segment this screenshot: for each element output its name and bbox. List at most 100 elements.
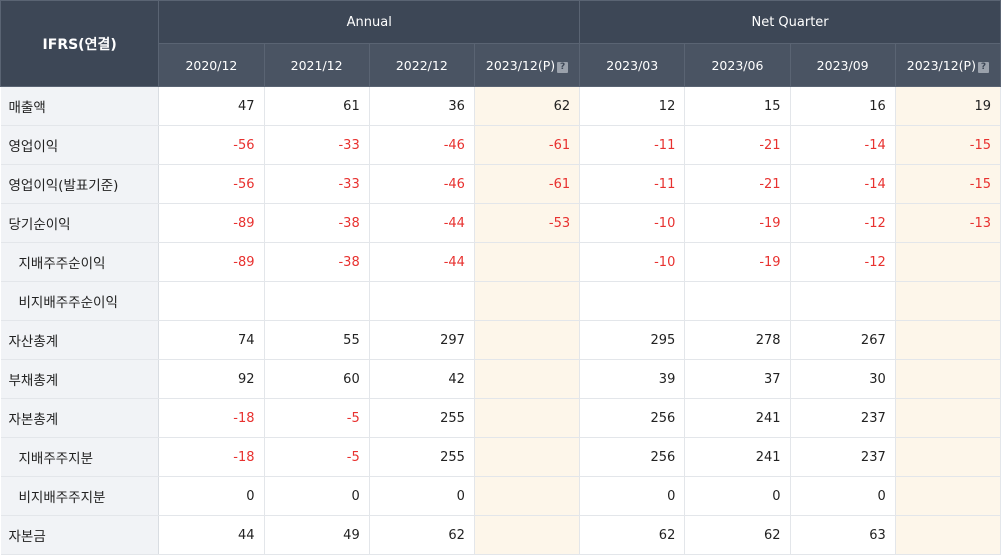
table-cell: -10 — [579, 203, 686, 243]
table-cell: -89 — [158, 242, 265, 282]
table-cell: 61 — [264, 86, 370, 126]
table-cell: 55 — [264, 320, 370, 360]
table-cell: 0 — [264, 476, 370, 516]
row-label: 지배주주지분 — [0, 437, 160, 477]
table-cell: 47 — [158, 86, 265, 126]
table-row: 당기순이익 -89 -38 -44 -53 -10 -19 -12 -13 — [0, 203, 1001, 243]
period-label: 2022/12 — [395, 57, 448, 73]
table-cell: -11 — [579, 164, 686, 204]
period-label: 2023/12(P) — [485, 57, 556, 73]
table-cell — [895, 476, 1001, 516]
table-cell: 241 — [684, 398, 791, 438]
table-cell: -89 — [158, 203, 265, 243]
table-cell: -12 — [790, 242, 896, 282]
table-row: 자본총계 -18 -5 255 256 241 237 — [0, 398, 1001, 438]
table-cell: 62 — [579, 515, 686, 555]
table-cell — [895, 359, 1001, 399]
table-cell: 30 — [790, 359, 896, 399]
table-cell: -5 — [264, 398, 370, 438]
period-header: 2022/12 — [368, 43, 475, 87]
table-cell — [684, 281, 791, 321]
table-cell: 237 — [790, 437, 896, 477]
row-label: 지배주주순이익 — [0, 242, 160, 282]
table-cell: -15 — [895, 125, 1001, 165]
table-cell — [474, 398, 581, 438]
table-cell: 0 — [790, 476, 896, 516]
table-cell — [579, 281, 686, 321]
period-header: 2020/12 — [158, 43, 265, 87]
period-label: 2023/09 — [816, 57, 869, 73]
table-cell: 39 — [579, 359, 686, 399]
table-cell: 12 — [579, 86, 686, 126]
table-row: 자산총계 74 55 297 295 278 267 — [0, 320, 1001, 360]
table-cell: -13 — [895, 203, 1001, 243]
table-cell: 60 — [264, 359, 370, 399]
table-cell: 62 — [684, 515, 791, 555]
table-cell: -11 — [579, 125, 686, 165]
financial-summary-table: IFRS(연결) Annual Net Quarter 2020/12 2021… — [0, 0, 1001, 555]
table-cell: -18 — [158, 437, 265, 477]
table-cell: 16 — [790, 86, 896, 126]
table-cell — [895, 398, 1001, 438]
table-cell: 0 — [579, 476, 686, 516]
table-cell — [264, 281, 370, 321]
table-cell: 0 — [369, 476, 475, 516]
table-cell: 256 — [579, 437, 686, 477]
table-cell: 92 — [158, 359, 265, 399]
table-cell: 278 — [684, 320, 791, 360]
table-cell: -33 — [264, 125, 370, 165]
table-cell: -56 — [158, 125, 265, 165]
table-cell — [474, 476, 581, 516]
table-cell: 255 — [369, 437, 475, 477]
table-cell: 0 — [158, 476, 265, 516]
annual-group-header: Annual — [158, 0, 581, 44]
table-cell: -61 — [474, 125, 581, 165]
table-row: 자본금 44 49 62 62 62 63 — [0, 515, 1001, 555]
table-cell: 295 — [579, 320, 686, 360]
table-cell — [474, 515, 581, 555]
period-label: 2023/03 — [606, 57, 659, 73]
table-corner-label: IFRS(연결) — [0, 0, 160, 87]
table-cell — [474, 281, 581, 321]
table-cell: 63 — [790, 515, 896, 555]
table-cell: -5 — [264, 437, 370, 477]
table-cell: -14 — [790, 164, 896, 204]
period-label: 2021/12 — [290, 57, 343, 73]
table-cell: -14 — [790, 125, 896, 165]
table-cell — [369, 281, 475, 321]
row-label: 매출액 — [0, 86, 160, 126]
table-row: 영업이익(발표기준) -56 -33 -46 -61 -11 -21 -14 -15 — [0, 164, 1001, 204]
row-label: 영업이익 — [0, 125, 160, 165]
period-label: 2023/12(P) — [906, 57, 976, 73]
table-cell: 42 — [369, 359, 475, 399]
table-cell: -61 — [474, 164, 581, 204]
info-icon[interactable]: ? — [977, 61, 989, 73]
table-cell: 267 — [790, 320, 896, 360]
table-cell: 36 — [369, 86, 475, 126]
table-cell: -44 — [369, 203, 475, 243]
table-cell: -18 — [158, 398, 265, 438]
table-cell: 62 — [369, 515, 475, 555]
table-row: 매출액 47 61 36 62 12 15 16 19 — [0, 86, 1001, 126]
table-cell: 256 — [579, 398, 686, 438]
table-cell — [158, 281, 265, 321]
table-row: 지배주주순이익 -89 -38 -44 -10 -19 -12 — [0, 242, 1001, 282]
row-label: 자본총계 — [0, 398, 160, 438]
info-icon[interactable]: ? — [557, 61, 569, 73]
table-cell — [474, 359, 581, 399]
table-cell — [895, 515, 1001, 555]
table-cell — [895, 242, 1001, 282]
row-label: 비지배주주순이익 — [0, 281, 160, 321]
row-label: 당기순이익 — [0, 203, 160, 243]
table-row: 비지배주주지분 0 0 0 0 0 0 — [0, 476, 1001, 516]
row-label: 자산총계 — [0, 320, 160, 360]
table-cell: -15 — [895, 164, 1001, 204]
table-cell — [790, 281, 896, 321]
table-cell: 297 — [369, 320, 475, 360]
table-cell: -46 — [369, 164, 475, 204]
period-label: 2020/12 — [185, 57, 238, 73]
table-cell — [474, 242, 581, 282]
table-cell: 237 — [790, 398, 896, 438]
table-row: 비지배주주순이익 — [0, 281, 1001, 321]
table-cell: 241 — [684, 437, 791, 477]
